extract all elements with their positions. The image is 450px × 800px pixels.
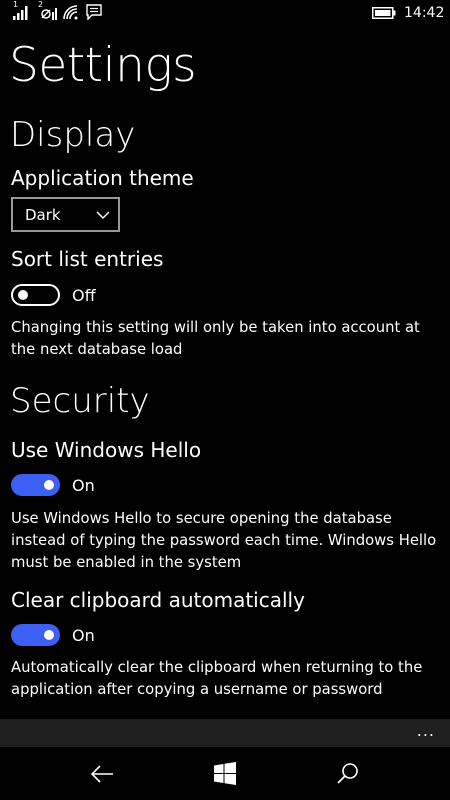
clear-clipboard-state: On [72,626,95,645]
sort-list-entries-label: Sort list entries [11,247,164,271]
more-options-button[interactable]: ... [417,723,435,739]
page-title: Settings [9,38,197,93]
chevron-down-icon [96,211,110,220]
clear-clipboard-toggle[interactable] [11,624,60,646]
toggle-knob [18,290,28,300]
application-theme-value: Dark [25,206,61,224]
sort-list-entries-description: Changing this setting will only be taken… [11,319,420,358]
message-icon [86,4,102,20]
clear-clipboard-label: Clear clipboard automatically [11,588,305,612]
battery-icon [372,7,396,19]
section-title-security: Security [10,381,150,421]
toggle-knob [44,480,54,490]
clear-clipboard-description: Automatically clear the clipboard when r… [11,659,423,698]
windows-home-icon[interactable] [212,761,238,787]
sort-list-entries-state: Off [72,286,96,305]
wifi-icon [63,5,78,20]
use-windows-hello-description: Use Windows Hello to secure opening the … [11,510,437,571]
application-theme-label: Application theme [11,166,194,190]
search-icon[interactable] [335,761,361,787]
section-title-display: Display [10,115,136,155]
use-windows-hello-toggle[interactable] [11,474,60,496]
app-bar: ... [0,719,450,747]
sim1-label: 1 [13,0,19,9]
toggle-knob [44,630,54,640]
navigation-bar [0,747,450,800]
clock: 14:42 [404,5,445,21]
use-windows-hello-label: Use Windows Hello [11,438,202,462]
status-bar: 1 2 14:42 [0,0,450,28]
sim2-signal-icon [41,8,57,20]
sort-list-entries-toggle[interactable] [11,284,60,306]
use-windows-hello-state: On [72,476,95,495]
application-theme-dropdown[interactable]: Dark [11,197,120,232]
back-icon[interactable] [89,761,115,787]
